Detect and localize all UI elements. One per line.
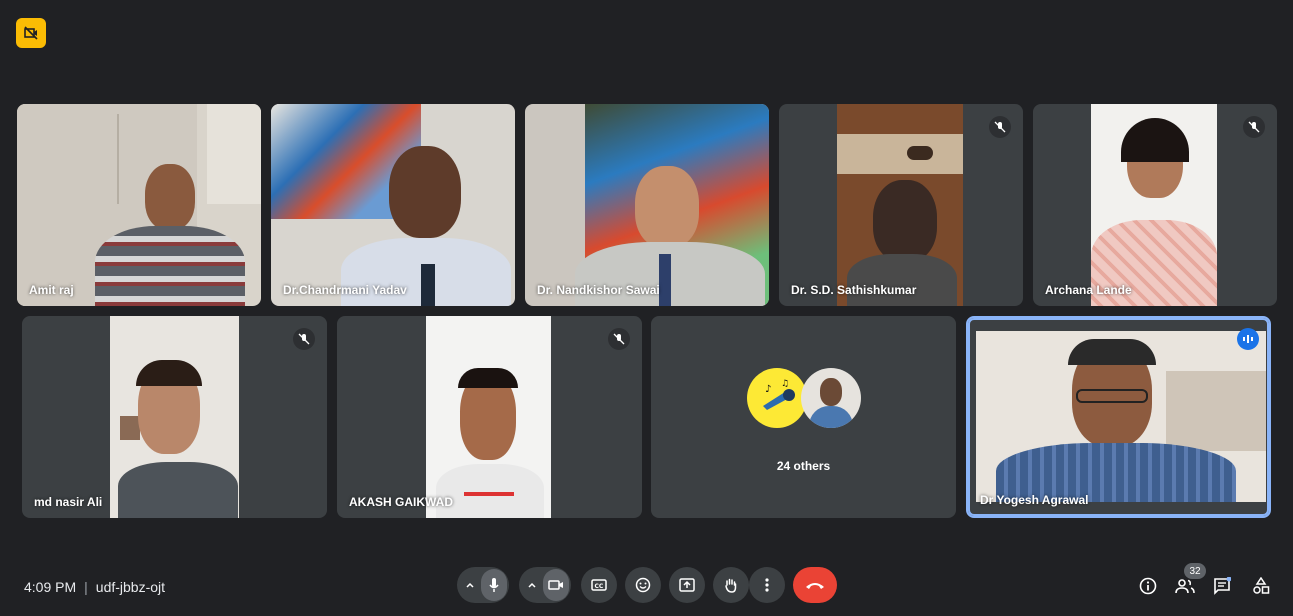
chevron-up-icon	[528, 582, 536, 588]
participant-video	[525, 104, 769, 306]
emoji-icon	[635, 577, 651, 593]
participant-video	[976, 331, 1266, 502]
emoji-button[interactable]	[625, 567, 661, 603]
captions-icon: CC	[591, 579, 607, 591]
mic-off-icon	[613, 333, 625, 345]
svg-text:♪: ♪	[765, 384, 771, 395]
more-options-button[interactable]	[749, 567, 785, 603]
present-screen-icon	[679, 578, 695, 592]
activities-icon	[1253, 577, 1270, 594]
speaking-indicator	[1237, 328, 1259, 350]
mic-off-icon	[298, 333, 310, 345]
info-icon	[1139, 577, 1157, 595]
participant-tile[interactable]: AKASH GAIKWAD	[337, 316, 642, 518]
participant-tile[interactable]: md nasir Ali	[22, 316, 327, 518]
chat-button[interactable]	[1208, 572, 1236, 600]
participant-video	[426, 316, 551, 518]
camera-control-group	[519, 567, 571, 603]
mic-button[interactable]	[481, 569, 507, 601]
participant-tile[interactable]: Archana Lande	[1033, 104, 1277, 306]
participant-name: md nasir Ali	[34, 495, 103, 509]
mic-muted-indicator	[608, 328, 630, 350]
participant-name: Dr.Chandrmani Yadav	[283, 283, 407, 297]
participant-tile[interactable]: Amit raj	[17, 104, 261, 306]
camera-off-icon	[24, 26, 38, 40]
trumpet-icon: ♪ ♫	[763, 379, 795, 410]
camera-off-badge	[16, 18, 46, 48]
mic-icon	[489, 578, 499, 592]
camera-icon	[548, 580, 563, 590]
others-count-label: 24 others	[776, 459, 831, 473]
participant-video	[271, 104, 515, 306]
meeting-separator: |	[84, 579, 88, 595]
mic-off-icon	[1248, 121, 1260, 133]
more-vertical-icon	[765, 578, 769, 592]
participant-tile[interactable]: Dr. Nandkishor Sawai	[525, 104, 769, 306]
meeting-code: udf-jbbz-ojt	[95, 579, 166, 595]
participant-video	[110, 316, 239, 518]
people-icon	[1175, 579, 1195, 594]
svg-text:CC: CC	[595, 583, 604, 590]
activities-button[interactable]	[1247, 572, 1275, 600]
participant-video	[837, 104, 963, 306]
participant-name: Dr. S.D. Sathishkumar	[791, 283, 917, 297]
participant-tile[interactable]: Dr.Chandrmani Yadav	[271, 104, 515, 306]
others-avatar-music: ♪ ♫	[747, 368, 807, 428]
meeting-time: 4:09 PM	[24, 579, 77, 595]
raise-hand-button[interactable]	[713, 567, 749, 603]
end-call-button[interactable]	[793, 567, 837, 603]
participant-video	[17, 104, 261, 306]
svg-text:♫: ♫	[781, 379, 789, 389]
meeting-info: 4:09 PM | udf-jbbz-ojt	[24, 579, 165, 595]
participant-tile-active-speaker[interactable]: Dr Yogesh Agrawal	[966, 316, 1271, 518]
phone-hangup-icon	[806, 583, 824, 589]
participant-name: Dr Yogesh Agrawal	[980, 493, 1089, 507]
participant-name: Amit raj	[29, 283, 74, 297]
people-count-badge: 32	[1184, 563, 1206, 579]
mic-muted-indicator	[989, 116, 1011, 138]
hand-icon	[725, 578, 737, 593]
camera-options-button[interactable]	[521, 580, 543, 590]
audio-wave-icon	[1243, 335, 1253, 343]
participant-name: Dr. Nandkishor Sawai	[537, 283, 660, 297]
camera-button[interactable]	[543, 569, 569, 601]
mic-off-icon	[994, 121, 1006, 133]
chevron-up-icon	[466, 582, 474, 588]
present-button[interactable]	[669, 567, 705, 603]
chat-icon	[1214, 577, 1231, 595]
participant-video	[1091, 104, 1217, 306]
bottom-control-bar: 4:09 PM | udf-jbbz-ojt CC	[0, 560, 1293, 616]
mic-options-button[interactable]	[459, 580, 481, 590]
meeting-details-button[interactable]	[1134, 572, 1162, 600]
mic-muted-indicator	[1243, 116, 1265, 138]
others-avatar-photo	[801, 368, 861, 428]
participant-tile[interactable]: Dr. S.D. Sathishkumar	[779, 104, 1023, 306]
mic-control-group	[457, 567, 509, 603]
participant-name: Archana Lande	[1045, 283, 1132, 297]
mic-muted-indicator	[293, 328, 315, 350]
others-tile[interactable]: ♪ ♫ 24 others	[651, 316, 956, 518]
captions-button[interactable]: CC	[581, 567, 617, 603]
participant-name: AKASH GAIKWAD	[349, 495, 453, 509]
